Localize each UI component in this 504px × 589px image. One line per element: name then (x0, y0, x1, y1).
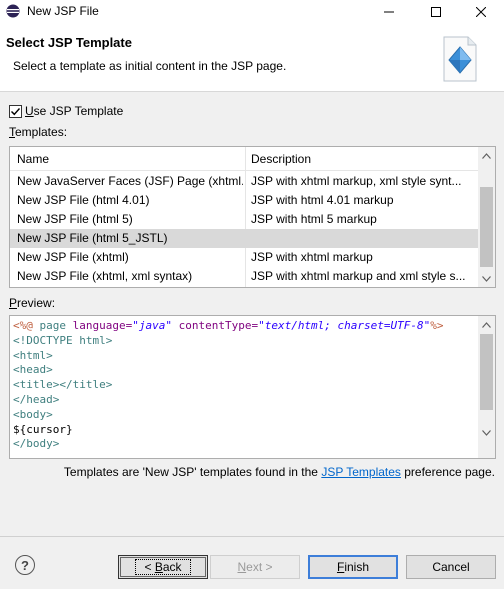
table-vertical-scrollbar[interactable] (478, 147, 495, 287)
help-button[interactable]: ? (15, 555, 35, 575)
chevron-up-icon (482, 321, 491, 328)
jsp-file-wizard-icon (443, 36, 477, 82)
scroll-thumb[interactable] (480, 187, 493, 267)
minimize-button[interactable] (366, 0, 412, 24)
close-icon (476, 7, 486, 17)
templates-table[interactable]: Name Description New JavaServer Faces (J… (9, 146, 496, 288)
table-row[interactable]: New JSP File (xhtml) JSP with xhtml mark… (10, 248, 479, 267)
chevron-up-icon (482, 152, 491, 159)
back-button-label: < Back (135, 559, 191, 575)
eclipse-icon (6, 4, 20, 18)
finish-button-label: Finish (336, 560, 370, 574)
jsp-templates-link[interactable]: JSP Templates (321, 465, 401, 479)
table-row-selected[interactable]: New JSP File (html 5_JSTL) (10, 229, 479, 248)
cancel-button-label: Cancel (432, 560, 470, 574)
minimize-icon (384, 11, 394, 13)
use-jsp-template-label: Use JSP Template (25, 104, 124, 118)
templates-info-text: Templates are 'New JSP' templates found … (63, 465, 495, 479)
scroll-up-button[interactable] (478, 147, 495, 164)
row-name: New JSP File (xhtml, xml syntax) (17, 269, 193, 283)
maximize-icon (431, 7, 441, 17)
chevron-down-icon (482, 275, 491, 282)
use-jsp-template-checkbox[interactable]: Use JSP Template (9, 104, 123, 118)
row-name: New JSP File (html 5_JSTL) (17, 231, 168, 245)
page-title: Select JSP Template (6, 35, 132, 50)
preview-scroll-down-button[interactable] (478, 424, 495, 441)
checkmark-icon (11, 107, 21, 115)
row-description: JSP with html 5 markup (251, 212, 377, 226)
row-name: New JavaServer Faces (JSF) Page (xhtml..… (17, 174, 243, 188)
preview-scroll-thumb[interactable] (480, 334, 493, 410)
preview-scroll-up-button[interactable] (478, 316, 495, 333)
preview-vertical-scrollbar[interactable] (478, 316, 495, 458)
table-row[interactable]: New JSP File (xhtml, xml syntax) JSP wit… (10, 267, 479, 286)
row-description: JSP with xhtml markup (251, 250, 373, 264)
chevron-down-icon (482, 429, 491, 436)
templates-label: Templates: (9, 125, 68, 139)
scroll-down-button[interactable] (478, 270, 495, 287)
preview-code: <%@ page language="java" contentType="te… (13, 319, 444, 451)
row-name: New JSP File (html 5) (17, 212, 133, 226)
preview-label: Preview: (9, 296, 56, 310)
page-description: Select a template as initial content in … (13, 59, 287, 73)
column-header-description[interactable]: Description (251, 152, 311, 166)
finish-button[interactable]: Finish (308, 555, 398, 579)
next-button[interactable]: Next > (210, 555, 300, 579)
cancel-button[interactable]: Cancel (406, 555, 496, 579)
table-row[interactable]: New JSP File (html 4.01) JSP with html 4… (10, 191, 479, 210)
close-button[interactable] (458, 0, 504, 24)
help-icon: ? (21, 557, 29, 573)
button-bar-separator (0, 536, 504, 537)
row-name: New JSP File (html 4.01) (17, 193, 150, 207)
window-title: New JSP File (27, 4, 99, 18)
maximize-button[interactable] (413, 0, 459, 24)
back-button[interactable]: < Back (118, 555, 208, 579)
row-description: JSP with xhtml markup, xml style synt... (251, 174, 462, 188)
column-header-name[interactable]: Name (17, 152, 49, 166)
preview-text-area[interactable]: <%@ page language="java" contentType="te… (9, 315, 496, 459)
row-name: New JSP File (xhtml) (17, 250, 129, 264)
row-description: JSP with xhtml markup and xml style s... (251, 269, 466, 283)
next-button-label: Next > (237, 560, 273, 574)
row-description: JSP with html 4.01 markup (251, 193, 394, 207)
checkbox-box[interactable] (9, 104, 22, 118)
table-row[interactable]: New JSP File (html 5) JSP with html 5 ma… (10, 210, 479, 229)
wizard-banner: Select JSP Template Select a template as… (0, 24, 504, 92)
title-bar: New JSP File (0, 0, 504, 24)
table-row[interactable]: New JavaServer Faces (JSF) Page (xhtml..… (10, 172, 479, 191)
